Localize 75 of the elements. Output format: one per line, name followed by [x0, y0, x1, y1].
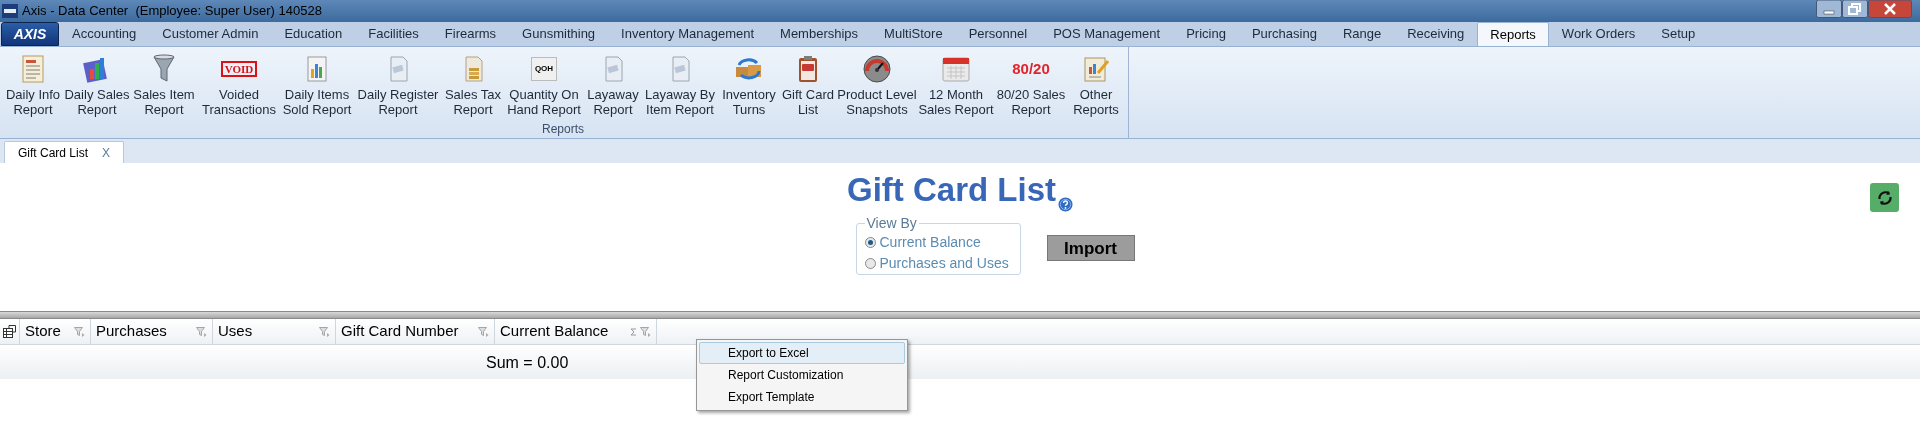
- ribbon-button[interactable]: 80/20 80/20 Sales Report: [994, 51, 1068, 117]
- ribbon-button[interactable]: Daily Info Report: [2, 51, 64, 117]
- radio-option[interactable]: Purchases and Uses: [864, 255, 1012, 271]
- refresh-button[interactable]: [1870, 183, 1899, 212]
- menu-tab[interactable]: Pricing: [1173, 22, 1239, 46]
- page-title: Gift Card List: [847, 170, 1056, 210]
- column-chooser-icon[interactable]: [3, 325, 16, 338]
- help-icon[interactable]: [1058, 197, 1073, 212]
- column-header[interactable]: Uses: [213, 319, 336, 344]
- filter-icon[interactable]: [640, 326, 651, 337]
- gauge-icon: [861, 53, 893, 85]
- close-icon[interactable]: [1868, 0, 1912, 18]
- ribbon-button[interactable]: Other Reports: [1068, 51, 1124, 117]
- filter-icon[interactable]: [196, 326, 207, 337]
- app-logo[interactable]: AXIS: [1, 22, 59, 46]
- ribbon-button[interactable]: VOID Voided Transactions: [198, 51, 280, 117]
- ribbon-button[interactable]: Product Level Snapshots: [836, 51, 918, 117]
- menu-tab[interactable]: Range: [1329, 22, 1395, 46]
- radio-button[interactable]: [864, 257, 876, 269]
- sum-icon[interactable]: [630, 327, 637, 336]
- group-legend: View By: [864, 213, 919, 234]
- ribbon-button[interactable]: Daily Items Sold Report: [280, 51, 354, 117]
- restore-icon[interactable]: [1842, 0, 1868, 18]
- filter-icon[interactable]: [74, 326, 85, 337]
- menu-tab[interactable]: POS Management: [1040, 22, 1174, 46]
- menu-tab[interactable]: Accounting: [59, 22, 150, 46]
- ribbon-button[interactable]: Daily Sales Report: [64, 51, 130, 117]
- menu-tab[interactable]: Work Orders: [1548, 22, 1649, 46]
- tab-close-button[interactable]: X: [102, 143, 111, 162]
- ribbon-button[interactable]: Sales Item Report: [130, 51, 198, 117]
- menu-item[interactable]: Report Customization: [699, 364, 905, 386]
- app-icon: [2, 4, 18, 18]
- ribbon-button[interactable]: Inventory Turns: [718, 51, 780, 117]
- menu-item[interactable]: Export to Excel: [699, 342, 905, 364]
- filter-icon[interactable]: [319, 326, 330, 337]
- menu-tab[interactable]: Facilities: [355, 22, 432, 46]
- menu-tab[interactable]: Inventory Management: [608, 22, 768, 46]
- column-header[interactable]: Purchases: [91, 319, 213, 344]
- menu-tab[interactable]: Education: [271, 22, 356, 46]
- ribbon-button[interactable]: Gift Card List: [780, 51, 836, 117]
- refresh-icon: [1875, 188, 1894, 207]
- menu-tab[interactable]: Setup: [1648, 22, 1709, 46]
- stamp-icon: VOID: [220, 61, 258, 77]
- column-header[interactable]: Store: [20, 319, 91, 344]
- tab-label: Gift Card List: [18, 144, 89, 162]
- splitter-bar[interactable]: [0, 311, 1920, 319]
- ribbon-button[interactable]: 12 Month Sales Report: [918, 51, 994, 117]
- ribbon-button[interactable]: Layaway By Item Report: [642, 51, 718, 117]
- ribbon-button[interactable]: QOH Quantity On Hand Report: [504, 51, 584, 117]
- column-header[interactable]: Gift Card Number: [336, 319, 495, 344]
- radio-option[interactable]: Current Balance: [864, 234, 1012, 250]
- ribbon-button[interactable]: Daily Register Report: [354, 51, 442, 117]
- menu-tab[interactable]: Customer Admin: [149, 22, 272, 46]
- summary-total: Sum = 0.00: [486, 353, 569, 373]
- ribbon-button[interactable]: Layaway Report: [584, 51, 642, 117]
- minimize-icon[interactable]: [1816, 0, 1842, 18]
- menu-item[interactable]: Export Template: [699, 386, 905, 408]
- ribbon-group-label: Reports: [542, 122, 584, 136]
- ribbon-button[interactable]: Sales Tax Report: [442, 51, 504, 117]
- menu-tab[interactable]: MultiStore: [871, 22, 956, 46]
- ratio-icon: 80/20: [1012, 61, 1050, 77]
- column-header[interactable]: Current Balance: [495, 319, 657, 344]
- menu-tab[interactable]: Memberships: [767, 22, 872, 46]
- label-icon: QOH: [530, 57, 558, 81]
- menu-tab[interactable]: Reports: [1477, 22, 1549, 46]
- menu-tab[interactable]: Personnel: [955, 22, 1041, 46]
- document-tab[interactable]: Gift Card List X: [4, 141, 125, 163]
- import-button[interactable]: Import: [1046, 235, 1135, 261]
- radio-button[interactable]: [864, 236, 876, 248]
- menu-tab[interactable]: Receiving: [1394, 22, 1478, 46]
- menu-tab[interactable]: Purchasing: [1238, 22, 1330, 46]
- menu-tab[interactable]: Firearms: [431, 22, 510, 46]
- window-title: Axis - Data Center (Employee: Super User) 140528: [22, 2, 322, 21]
- filter-icon[interactable]: [478, 326, 489, 337]
- menu-tab[interactable]: Gunsmithing: [509, 22, 609, 46]
